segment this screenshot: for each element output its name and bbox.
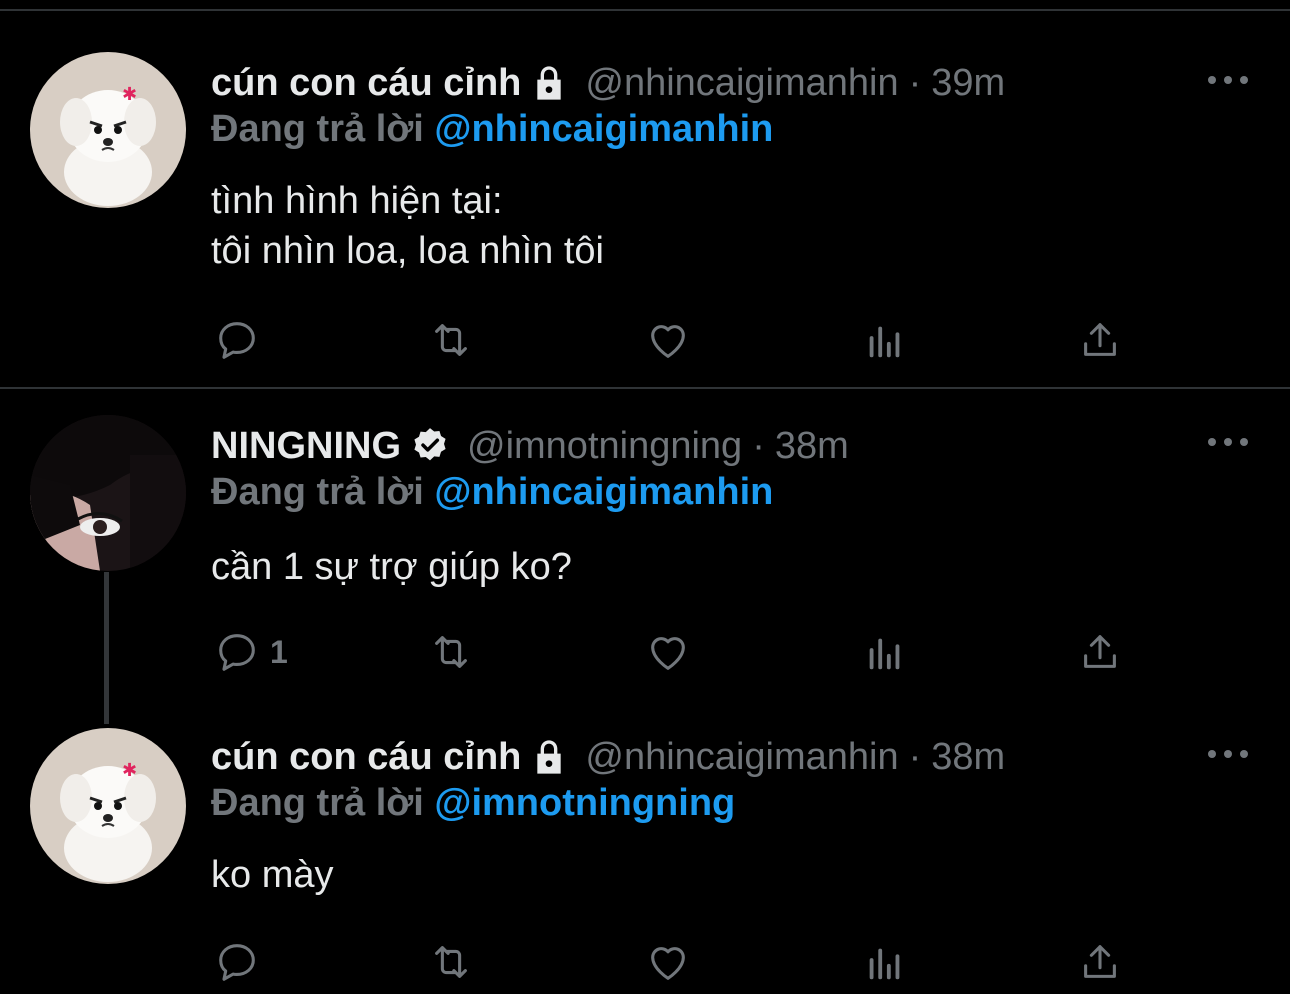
reply-icon bbox=[219, 634, 255, 671]
more-options-icon[interactable] bbox=[1208, 70, 1248, 90]
top-divider bbox=[0, 9, 1290, 11]
share-icon bbox=[1084, 323, 1116, 356]
share-button[interactable] bbox=[1077, 624, 1123, 680]
more-options-icon[interactable] bbox=[1208, 744, 1248, 764]
reply-prefix: Đang trả lời bbox=[211, 471, 424, 513]
retweet-icon bbox=[435, 324, 467, 356]
stats-button[interactable] bbox=[862, 624, 908, 680]
lock-icon bbox=[529, 63, 569, 103]
reply-button[interactable]: 1 bbox=[214, 624, 288, 680]
lock-icon bbox=[529, 737, 569, 777]
stats-button[interactable] bbox=[862, 312, 908, 368]
tweet-header: NINGNING @imnotningning · 38m bbox=[211, 421, 849, 471]
tweet-actions bbox=[0, 934, 1290, 990]
separator: · bbox=[752, 424, 765, 467]
timestamp[interactable]: 39m bbox=[931, 62, 1005, 105]
display-name[interactable]: NINGNING bbox=[211, 425, 401, 468]
tweet-header: cún con cáu cỉnh @nhincaigimanhin · 39m bbox=[211, 58, 1005, 108]
tweet-text: ko mày bbox=[211, 854, 334, 896]
reply-count: 1 bbox=[270, 633, 288, 670]
separator: · bbox=[908, 61, 922, 104]
stats-icon bbox=[869, 638, 900, 670]
tweet-text: cần 1 sự trợ giúp ko? bbox=[211, 546, 572, 588]
retweet-button[interactable] bbox=[428, 624, 474, 680]
display-name[interactable]: cún con cáu cỉnh bbox=[211, 736, 521, 779]
share-button[interactable] bbox=[1077, 312, 1123, 368]
separator: · bbox=[908, 735, 922, 778]
share-icon bbox=[1084, 945, 1116, 978]
like-button[interactable] bbox=[645, 934, 691, 990]
retweet-button[interactable] bbox=[428, 312, 474, 368]
reply-prefix: Đang trả lời bbox=[211, 782, 424, 824]
timestamp[interactable]: 38m bbox=[775, 425, 849, 468]
stats-icon bbox=[869, 326, 900, 358]
share-icon bbox=[1084, 635, 1116, 668]
reply-context: Đang trả lời @nhincaigimanhin bbox=[211, 471, 773, 517]
avatar[interactable] bbox=[30, 415, 186, 571]
stats-button[interactable] bbox=[862, 934, 908, 990]
tweet[interactable]: ✱ cún con cáu cỉnh @nhincaigimanhin · 38… bbox=[0, 710, 1290, 994]
reply-context: Đang trả lời @imnotningning bbox=[211, 782, 735, 828]
svg-text:✱: ✱ bbox=[122, 760, 137, 781]
reply-mention-link[interactable]: @nhincaigimanhin bbox=[434, 471, 773, 513]
verified-icon bbox=[409, 425, 451, 467]
stats-icon bbox=[869, 948, 900, 980]
user-handle[interactable]: @nhincaigimanhin bbox=[585, 62, 898, 105]
avatar[interactable]: ✱ bbox=[30, 52, 186, 208]
heart-icon bbox=[651, 947, 685, 980]
reply-icon bbox=[219, 944, 255, 981]
retweet-icon bbox=[435, 636, 467, 668]
user-handle[interactable]: @imnotningning bbox=[467, 425, 742, 468]
reply-button[interactable] bbox=[214, 312, 270, 368]
tweet-divider bbox=[0, 387, 1290, 389]
heart-icon bbox=[651, 325, 685, 358]
display-name[interactable]: cún con cáu cỉnh bbox=[211, 62, 521, 105]
avatar[interactable]: ✱ bbox=[30, 728, 186, 884]
share-button[interactable] bbox=[1077, 934, 1123, 990]
retweet-button[interactable] bbox=[428, 934, 474, 990]
reply-prefix: Đang trả lời bbox=[211, 108, 424, 150]
tweet[interactable]: NINGNING @imnotningning · 38m Đang trả l… bbox=[0, 390, 1290, 710]
reply-button[interactable] bbox=[214, 934, 270, 990]
tweet-actions bbox=[0, 312, 1290, 368]
more-options-icon[interactable] bbox=[1208, 432, 1248, 452]
timestamp[interactable]: 38m bbox=[931, 736, 1005, 779]
tweet-header: cún con cáu cỉnh @nhincaigimanhin · 38m bbox=[211, 732, 1005, 782]
reply-mention-link[interactable]: @nhincaigimanhin bbox=[434, 108, 773, 150]
reply-mention-link[interactable]: @imnotningning bbox=[434, 782, 735, 824]
heart-icon bbox=[651, 637, 685, 670]
tweet-actions: 1 bbox=[0, 624, 1290, 680]
tweet-text: tình hình hiện tại: tôi nhìn loa, loa nh… bbox=[211, 180, 604, 272]
like-button[interactable] bbox=[645, 624, 691, 680]
user-handle[interactable]: @nhincaigimanhin bbox=[585, 736, 898, 779]
like-button[interactable] bbox=[645, 312, 691, 368]
svg-text:✱: ✱ bbox=[122, 84, 137, 105]
retweet-icon bbox=[435, 946, 467, 978]
tweet[interactable]: ✱ cún con cáu cỉnh @nhincaigimanhin · 39… bbox=[0, 12, 1290, 388]
reply-context: Đang trả lời @nhincaigimanhin bbox=[211, 108, 773, 154]
reply-icon bbox=[219, 322, 255, 359]
